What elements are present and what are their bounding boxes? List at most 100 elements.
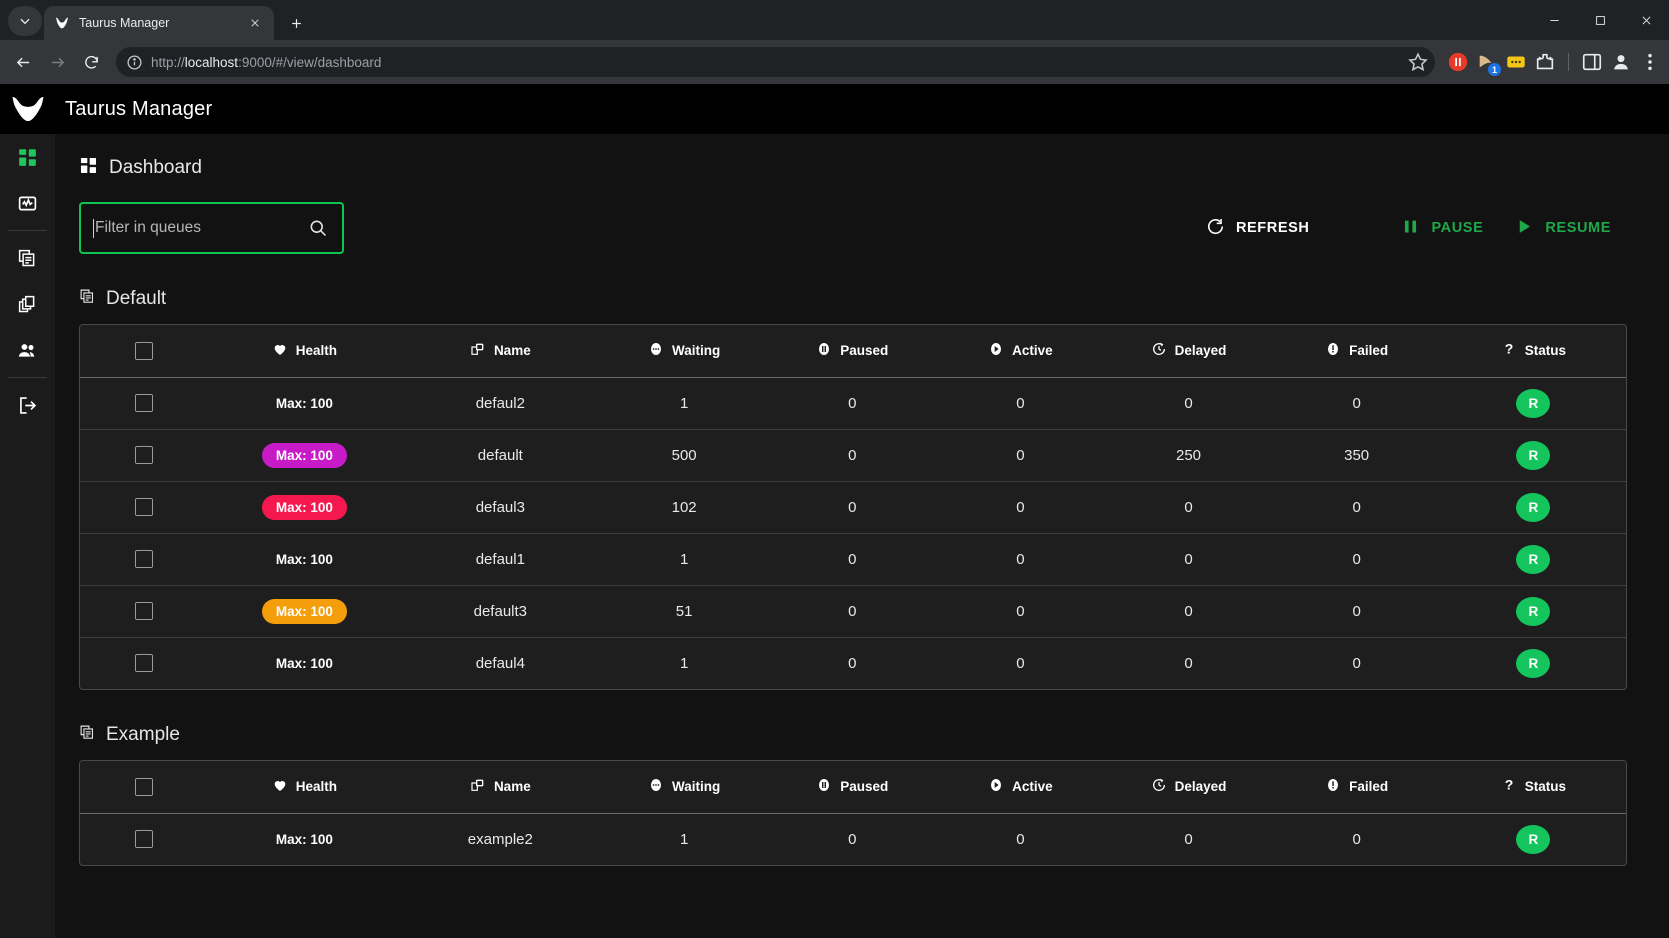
column-header-failed[interactable]: Failed (1272, 761, 1441, 814)
tab-search-chevron-icon[interactable] (8, 6, 42, 36)
sidebar-item-groups[interactable] (0, 281, 55, 327)
paused-cell: 0 (768, 481, 937, 534)
forward-button[interactable] (42, 47, 72, 77)
question-mark-icon (1501, 777, 1517, 796)
notes-extension-icon[interactable] (1505, 51, 1527, 73)
filter-queues-input[interactable]: Filter in queues (79, 202, 344, 254)
status-cell: R (1441, 637, 1626, 689)
column-header-failed[interactable]: Failed (1272, 325, 1441, 378)
row-checkbox[interactable] (135, 602, 154, 621)
column-header-health[interactable]: Health (208, 761, 401, 814)
resume-button[interactable]: RESUME (1499, 209, 1627, 248)
search-icon[interactable] (308, 218, 328, 238)
row-checkbox[interactable] (135, 830, 154, 849)
table-row[interactable]: Max: 100 default 500 0 0 250 350 R (80, 429, 1626, 482)
column-header-delayed[interactable]: Delayed (1104, 761, 1273, 814)
main-content: Dashboard Filter in queues REFRESH PAUSE… (55, 134, 1669, 938)
sidebar-item-queues[interactable] (0, 235, 55, 281)
column-header-waiting[interactable]: Waiting (600, 325, 769, 378)
row-checkbox[interactable] (135, 550, 154, 569)
column-header-health[interactable]: Health (208, 325, 401, 378)
failed-cell: 0 (1272, 585, 1441, 638)
sidebar-item-logout[interactable] (0, 382, 55, 428)
paused-cell: 0 (768, 585, 937, 638)
table-row[interactable]: Max: 100 defaul2 1 0 0 0 0 R (80, 377, 1626, 430)
column-header-status[interactable]: Status (1440, 325, 1626, 378)
column-header-name[interactable]: Name (400, 325, 601, 378)
status-cell: R (1440, 481, 1626, 534)
column-header-waiting[interactable]: Waiting (600, 761, 769, 814)
table-header-row: Health Name Waiting Paused Active Delayed Fail… (80, 325, 1626, 378)
table-row[interactable]: Max: 100 defaul3 102 0 0 0 0 R (80, 481, 1626, 534)
maximize-icon[interactable] (1577, 3, 1623, 37)
column-header-delayed[interactable]: Delayed (1104, 325, 1273, 378)
play-circle-icon (988, 777, 1004, 796)
extension-badge-icon[interactable]: 1 (1476, 51, 1501, 76)
resume-label: RESUME (1545, 220, 1611, 236)
health-badge: Max: 100 (261, 442, 347, 468)
adblock-icon[interactable] (1447, 51, 1469, 73)
puzzle-extension-icon[interactable] (1534, 51, 1556, 73)
column-header-status[interactable]: Status (1440, 761, 1626, 814)
row-checkbox[interactable] (135, 446, 154, 465)
minimize-icon[interactable] (1531, 3, 1577, 37)
health-badge: Max: 100 (275, 551, 333, 567)
queue-table-card: Health Name Waiting Paused Active Delayed Fail… (79, 324, 1627, 690)
waiting-cell: 500 (600, 429, 769, 482)
column-header-paused[interactable]: Paused (768, 761, 937, 814)
column-label: Active (1012, 343, 1053, 359)
group-header: Example (79, 724, 1627, 746)
health-cell: Max: 100 (208, 429, 401, 482)
profile-avatar-icon[interactable] (1610, 51, 1632, 73)
sidebar-item-dashboard[interactable] (0, 134, 55, 180)
row-checkbox[interactable] (135, 654, 154, 673)
bookmark-star-icon[interactable] (1407, 51, 1429, 73)
column-header-active[interactable]: Active (936, 761, 1105, 814)
address-bar[interactable]: http://localhost:9000/#/view/dashboard (116, 47, 1435, 77)
row-checkbox[interactable] (135, 498, 154, 517)
queues-stack-icon (79, 288, 96, 310)
select-all-checkbox[interactable] (135, 777, 154, 796)
column-label: Waiting (672, 779, 721, 795)
reload-button[interactable] (76, 47, 106, 77)
tab-close-icon[interactable] (246, 14, 264, 32)
pause-button[interactable]: PAUSE (1385, 209, 1499, 248)
dots-circle-icon (648, 777, 664, 796)
browser-tab[interactable]: Taurus Manager (44, 6, 274, 40)
name-cell: default (400, 429, 601, 482)
page-viewport: Taurus Manager Dashboard Filter in queue… (0, 84, 1669, 938)
controls-row: Filter in queues REFRESH PAUSE RESUME (79, 202, 1627, 254)
health-cell: Max: 100 (208, 585, 401, 638)
new-tab-button[interactable] (282, 9, 310, 37)
split-view-icon[interactable] (1581, 51, 1603, 73)
sidebar-item-users[interactable] (0, 327, 55, 373)
select-all-checkbox[interactable] (135, 341, 154, 360)
status-cell: R (1440, 533, 1626, 586)
table-row[interactable]: Max: 100 defaul4 1 0 0 0 0 R (80, 637, 1626, 689)
question-mark-icon (1501, 341, 1517, 360)
close-window-icon[interactable] (1623, 3, 1669, 37)
browser-menu-icon[interactable] (1639, 51, 1661, 73)
queue-group: Default Health Name Waiting Paused Active Dela… (79, 288, 1627, 690)
delayed-cell: 0 (1104, 533, 1273, 586)
site-info-icon[interactable] (126, 54, 143, 71)
extension-badge-count: 1 (1488, 63, 1501, 76)
refresh-button[interactable]: REFRESH (1190, 209, 1326, 248)
column-header-paused[interactable]: Paused (768, 325, 937, 378)
status-cell: R (1440, 429, 1626, 482)
play-circle-icon (988, 341, 1004, 360)
row-checkbox[interactable] (135, 394, 154, 413)
health-badge: Max: 100 (275, 395, 333, 411)
sidebar-item-monitoring[interactable] (0, 180, 55, 226)
column-header-active[interactable]: Active (936, 325, 1105, 378)
column-header-name[interactable]: Name (400, 761, 601, 814)
tab-strip: Taurus Manager (0, 0, 1669, 40)
column-label: Name (493, 779, 531, 795)
table-row[interactable]: Max: 100 example2 1 0 0 0 0 R (80, 813, 1626, 865)
column-label: Status (1524, 343, 1566, 359)
table-row[interactable]: Max: 100 defaul1 1 0 0 0 0 R (80, 533, 1626, 586)
status-cell: R (1440, 585, 1626, 638)
table-row[interactable]: Max: 100 default3 51 0 0 0 0 R (80, 585, 1626, 638)
status-badge: R (1516, 824, 1551, 854)
back-button[interactable] (8, 47, 38, 77)
